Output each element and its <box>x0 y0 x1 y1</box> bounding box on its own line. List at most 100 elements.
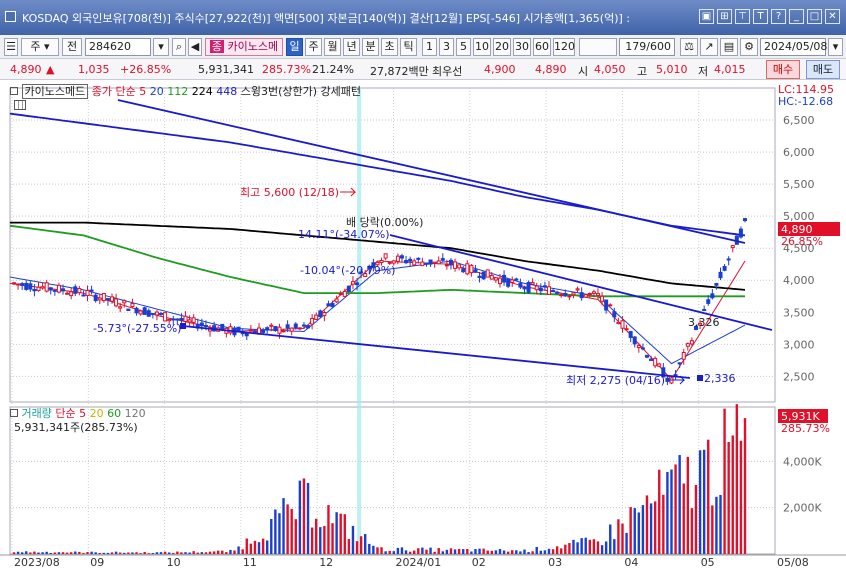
volume-bar <box>331 523 334 554</box>
open-label: 시 <box>578 65 589 78</box>
candle-body <box>183 315 188 322</box>
stock-name-display[interactable]: 종 카이노스메 <box>205 38 283 56</box>
interval-input[interactable] <box>579 38 617 56</box>
volume-bar <box>384 551 387 554</box>
period-button[interactable]: 주 <box>305 38 322 56</box>
volume-bar <box>576 542 579 554</box>
grid-icon[interactable]: ⊞ <box>717 9 732 24</box>
text-icon[interactable]: T <box>753 9 768 24</box>
period-button[interactable]: 일 <box>286 38 303 56</box>
period-button[interactable]: 분 <box>362 38 379 56</box>
buy-button[interactable]: 매수 <box>766 60 800 79</box>
volume-bar <box>739 440 743 554</box>
market-select[interactable]: 주 ▾ <box>21 38 59 56</box>
table-icon[interactable] <box>14 100 26 113</box>
help-icon[interactable]: ? <box>771 9 786 24</box>
candle-body <box>44 282 49 292</box>
candle-body <box>526 281 531 293</box>
interval-button[interactable]: 30 <box>513 38 531 56</box>
sound-icon[interactable]: ◀ <box>188 38 202 56</box>
maximize-icon[interactable]: □ <box>807 9 822 24</box>
volume-bar <box>249 543 253 554</box>
candle-body <box>122 300 127 304</box>
annotation-3326: 3,326 <box>688 316 720 329</box>
line-tool-icon[interactable]: ↗ <box>700 38 718 56</box>
sell-button[interactable]: 매도 <box>806 60 840 79</box>
stock-code-input[interactable]: 284620 <box>85 38 151 56</box>
interval-button[interactable]: 3 <box>439 38 454 56</box>
compare-icon[interactable]: ⚖ <box>680 38 698 56</box>
volume-bar <box>274 509 277 554</box>
volume-bar <box>33 551 36 554</box>
date-input[interactable]: 2024/05/08 <box>760 38 827 56</box>
volume-bar <box>270 518 273 554</box>
volume-bar <box>457 548 461 554</box>
pin-icon[interactable]: ⊤ <box>735 9 750 24</box>
candle-body <box>301 324 306 327</box>
volume-bar <box>229 549 232 554</box>
hc-label: HC:-12.68 <box>778 95 834 108</box>
jeon-button[interactable]: 전 <box>62 38 82 56</box>
close-icon[interactable]: ✕ <box>825 9 840 24</box>
candle-body <box>702 309 707 312</box>
volume-bar <box>490 550 494 554</box>
period-button[interactable]: 틱 <box>400 38 417 56</box>
calendar-icon[interactable]: ▾ <box>828 38 843 56</box>
period-button[interactable]: 년 <box>343 38 360 56</box>
volume-tick-label: 4,000K <box>783 455 822 468</box>
interval-button[interactable]: 120 <box>553 38 575 56</box>
volume-bar <box>315 518 318 554</box>
volume-bar <box>433 551 436 554</box>
grid-menu-icon[interactable]: ☰ <box>4 38 18 56</box>
annotation-angle2: -10.04°(-20.79%) <box>300 264 395 277</box>
volume-bar <box>551 549 555 554</box>
candle-body <box>395 255 400 262</box>
volume-bar <box>413 550 416 554</box>
volume-bar <box>359 536 363 554</box>
chart-svg[interactable]: 2,5003,0003,5004,0004,5005,0005,5006,000… <box>0 80 846 570</box>
volume-bar <box>543 550 547 554</box>
code-dropdown-icon[interactable]: ▾ <box>153 38 169 56</box>
period-button[interactable]: 월 <box>324 38 341 56</box>
search-icon[interactable]: ⌕ <box>172 38 186 56</box>
volume-bar <box>372 545 375 554</box>
candle-body <box>579 292 584 299</box>
count-display[interactable]: 179/600 <box>619 38 675 56</box>
volume-bar <box>114 551 118 554</box>
settings-icon[interactable]: ⚙ <box>740 38 758 56</box>
period-button[interactable]: 초 <box>381 38 398 56</box>
interval-button[interactable]: 10 <box>473 38 491 56</box>
volume-bar <box>261 538 265 554</box>
volume-bar <box>641 505 645 554</box>
interval-button[interactable]: 20 <box>493 38 511 56</box>
candle-body <box>493 277 498 281</box>
window-icon[interactable]: ▣ <box>699 9 714 24</box>
candle-body <box>346 285 351 292</box>
x-tick-label: 12 <box>319 556 333 569</box>
volume-bar <box>506 551 510 554</box>
x-tick-label: 03 <box>548 556 562 569</box>
volume-bar <box>478 548 481 554</box>
volume-bar <box>592 539 596 554</box>
candle-body <box>575 288 580 291</box>
interval-button[interactable]: 1 <box>422 38 437 56</box>
volume-bar <box>163 551 167 554</box>
volume-bar <box>69 552 73 554</box>
candle-body <box>306 325 311 329</box>
ma-line-5 <box>9 260 746 381</box>
candle-body <box>522 286 527 290</box>
market-select-value: 주 <box>30 40 41 53</box>
candle-body <box>649 358 654 361</box>
candle-body <box>485 269 490 278</box>
candle-body <box>338 293 343 296</box>
chart-area[interactable]: 2,500 3,000 3,500 4,000 4,500 5,000 5,500 6,000… <box>0 80 846 570</box>
volume-bar <box>555 546 559 554</box>
minimize-icon[interactable]: _ <box>789 9 804 24</box>
save-icon[interactable]: ▤ <box>720 38 738 56</box>
volume-bar <box>82 553 85 554</box>
interval-button[interactable]: 60 <box>533 38 551 56</box>
open-price: 4,050 <box>594 63 626 76</box>
interval-button[interactable]: 5 <box>456 38 471 56</box>
candle-body <box>604 299 609 311</box>
trendline-lower <box>182 325 691 379</box>
